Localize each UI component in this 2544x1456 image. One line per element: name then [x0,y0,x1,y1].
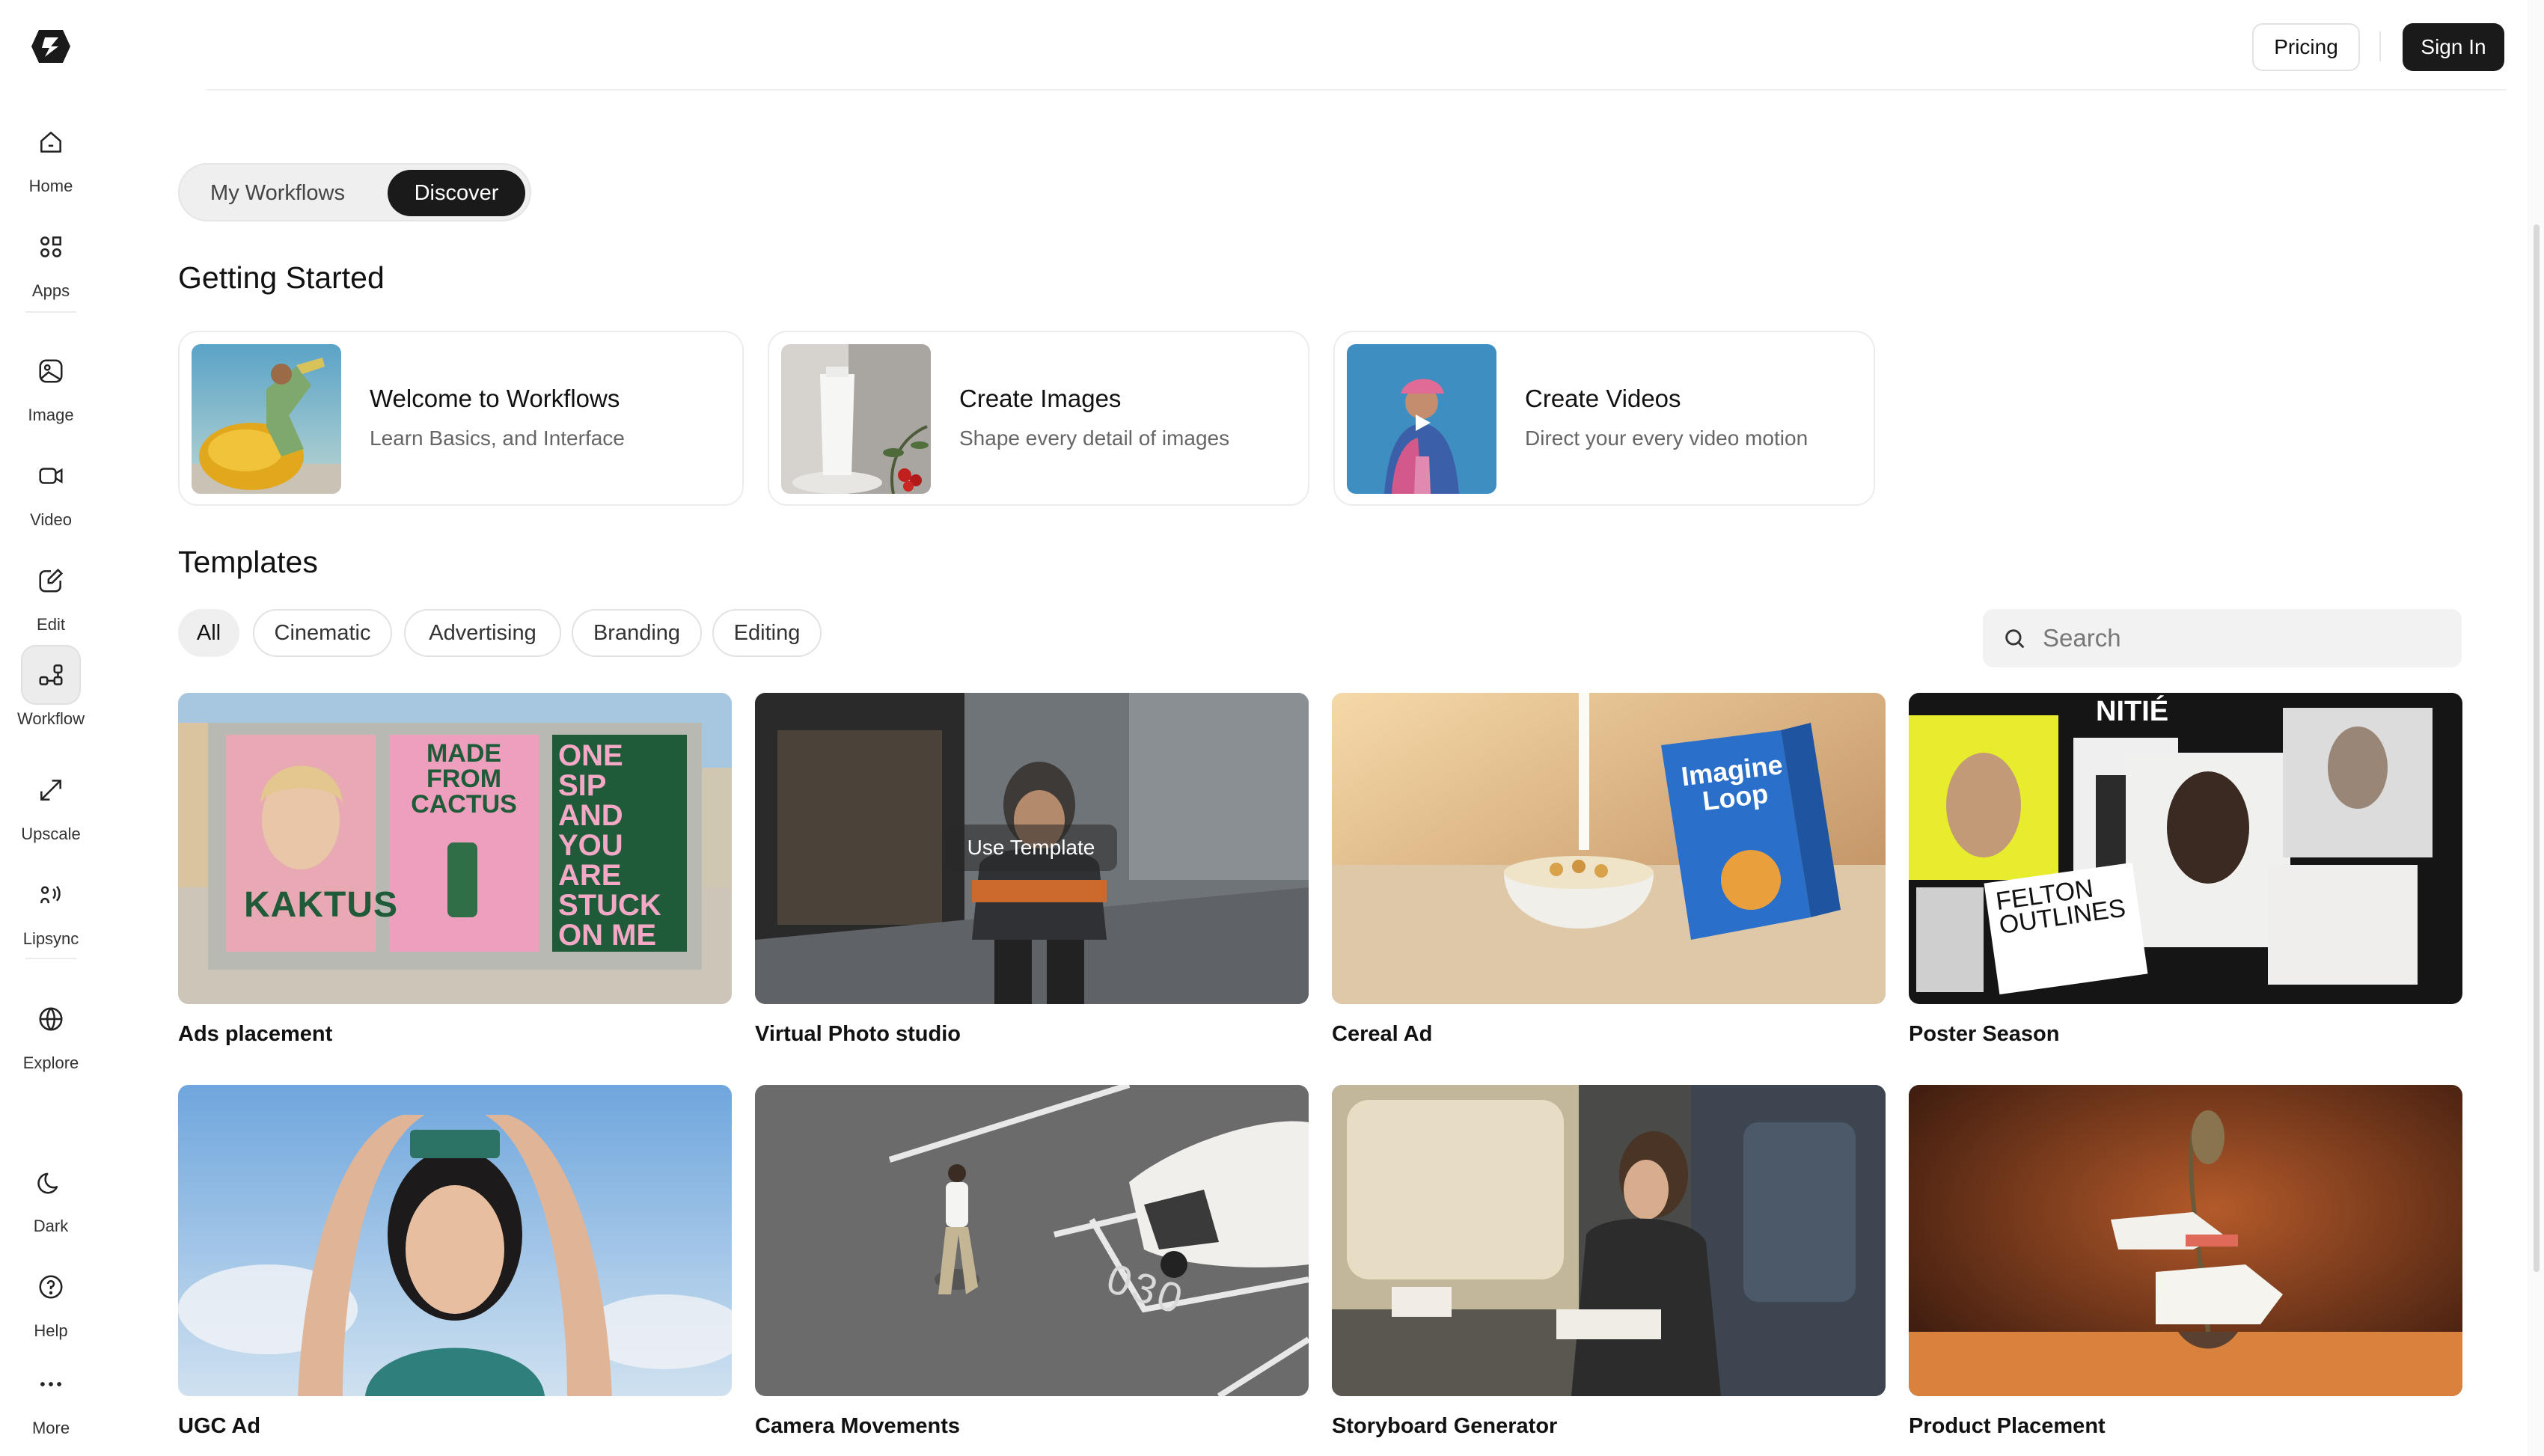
card-thumbnail [781,344,931,494]
sidebar-item-upscale[interactable]: Upscale [0,760,102,844]
sign-in-button[interactable]: Sign In [2403,23,2504,71]
sidebar-item-label: Apps [31,281,70,300]
card-thumbnail [192,344,341,494]
sidebar-item-edit[interactable]: Edit [0,551,102,634]
template-tile-ads-placement[interactable]: KAKTUS MADE FROM CACTUS ONE SIP AND YOU … [178,693,732,1004]
template-title: Virtual Photo studio [755,1022,961,1046]
help-icon [21,1257,81,1317]
card-title: Welcome to Workflows [370,385,620,412]
template-tile-product-placement[interactable] [1909,1085,2462,1396]
card-title: Create Videos [1525,385,1681,412]
tab-my-workflows[interactable]: My Workflows [190,170,365,216]
app-logo[interactable] [28,27,73,66]
sidebar-item-label: Lipsync [22,929,79,948]
template-thumbnail [1332,693,1886,1004]
image-icon [21,341,81,401]
template-tile-virtual-photo-studio[interactable]: Use Template [755,693,1309,1004]
home-icon [21,112,81,172]
sidebar-item-video[interactable]: Video [0,446,102,530]
template-thumbnail [1909,1085,2462,1396]
template-tile-poster-season[interactable]: NITIÉ FELTON OUTLINES [1909,693,2462,1004]
sidebar-item-more[interactable]: More [0,1354,102,1438]
sidebar-divider [25,311,76,313]
sidebar-item-label: Dark [33,1217,69,1235]
sidebar-item-workflow[interactable]: Workflow [0,645,102,729]
template-thumbnail [1909,693,2462,1004]
sidebar-item-explore[interactable]: Explore [0,989,102,1073]
apps-icon [21,217,81,277]
sidebar-item-label: More [31,1419,70,1437]
getting-started-title: Getting Started [178,260,385,295]
moon-icon [21,1152,81,1212]
template-thumbnail [755,1085,1309,1396]
templates-title: Templates [178,545,318,579]
filter-chip-branding[interactable]: Branding [572,609,702,657]
sidebar-item-label: Upscale [21,825,81,843]
card-subtitle: Direct your every video motion [1525,426,1808,450]
logo-icon [31,30,70,63]
search-input[interactable] [2043,609,2447,667]
template-tile-camera-movements[interactable]: 030 [755,1085,1309,1396]
lipsync-icon [21,865,81,925]
template-thumbnail [1332,1085,1886,1396]
card-subtitle: Shape every detail of images [959,426,1230,450]
globe-icon [21,989,81,1049]
sidebar-item-label: Image [28,406,74,424]
poster-headline-text: MADE FROM CACTUS [411,739,517,819]
getting-started-card-videos[interactable]: Create Videos Direct your every video mo… [1333,331,1875,506]
sidebar-item-home[interactable]: Home [0,112,102,196]
template-tile-storyboard-generator[interactable] [1332,1085,1886,1396]
getting-started-card-welcome[interactable]: Welcome to Workflows Learn Basics, and I… [178,331,744,506]
card-title: Create Images [959,385,1122,412]
more-icon [21,1354,81,1414]
template-thumbnail [178,1085,732,1396]
template-title: Cereal Ad [1332,1022,1433,1046]
filter-chip-advertising[interactable]: Advertising [404,609,561,657]
template-tile-ugc-ad[interactable] [178,1085,732,1396]
sidebar-item-label: Edit [37,615,65,634]
sidebar-item-label: Video [30,510,72,529]
workflow-tabs: My Workflows Discover [178,163,531,221]
expand-icon [21,760,81,820]
pricing-button[interactable]: Pricing [2252,23,2360,71]
sidebar: Home Apps Image Video Edit Workflow Upsc… [0,0,102,1456]
search-icon [2005,629,2025,649]
sidebar-item-image[interactable]: Image [0,341,102,425]
sidebar-item-label: Help [34,1321,68,1340]
workflow-icon [21,645,81,705]
filter-chip-cinematic[interactable]: Cinematic [253,609,392,657]
filter-chip-editing[interactable]: Editing [712,609,822,657]
template-title: Poster Season [1909,1022,2060,1046]
template-title: Ads placement [178,1022,333,1046]
template-title: UGC Ad [178,1414,261,1438]
edit-icon [21,551,81,611]
tab-discover[interactable]: Discover [388,170,525,216]
sidebar-item-apps[interactable]: Apps [0,217,102,301]
getting-started-card-images[interactable]: Create Images Shape every detail of imag… [768,331,1309,506]
sidebar-item-lipsync[interactable]: Lipsync [0,865,102,949]
sidebar-item-label: Explore [22,1053,79,1072]
sidebar-item-dark[interactable]: Dark [0,1152,102,1236]
template-search[interactable] [1983,609,2462,667]
poster-slogan-text: ONE SIP AND YOU ARE STUCK ON ME [558,739,661,952]
sidebar-item-label: Home [28,177,73,195]
filter-chip-all[interactable]: All [178,609,239,657]
sidebar-item-label: Workflow [16,709,85,728]
video-icon [21,446,81,506]
card-subtitle: Learn Basics, and Interface [370,426,625,450]
template-tile-cereal-ad[interactable]: Imagine Loop [1332,693,1886,1004]
poster-brand-text: KAKTUS [244,885,398,925]
template-title: Storyboard Generator [1332,1414,1558,1438]
card-thumbnail [1347,344,1496,494]
header-divider [207,89,2507,91]
sidebar-divider [25,958,76,959]
header-separator [2379,31,2381,61]
use-template-button[interactable]: Use Template [945,825,1117,871]
scrollbar-thumb[interactable] [2534,224,2540,1272]
template-title: Product Placement [1909,1414,2106,1438]
sidebar-item-help[interactable]: Help [0,1257,102,1341]
poster-headline-text: NITIÉ [2096,696,2169,727]
template-title: Camera Movements [755,1414,960,1438]
